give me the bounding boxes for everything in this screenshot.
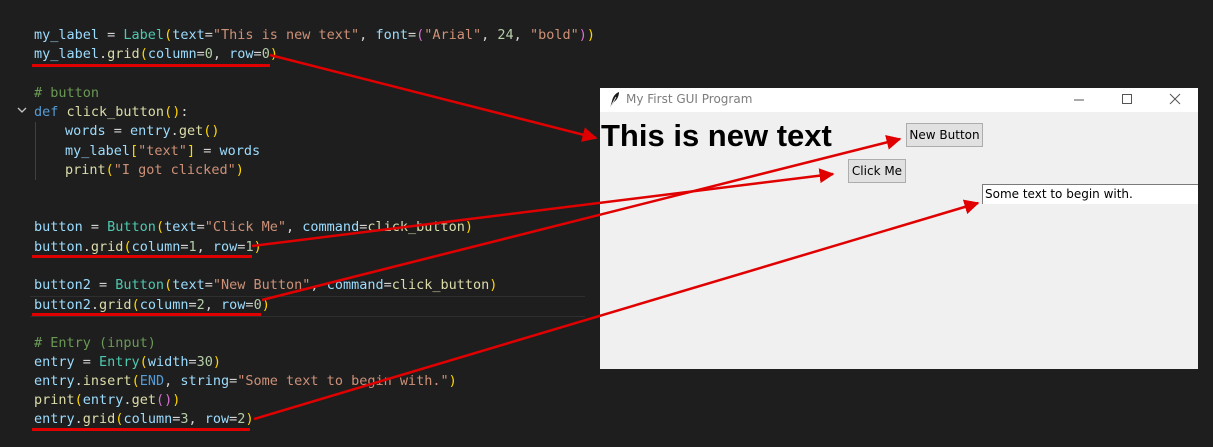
maximize-icon[interactable]	[1104, 88, 1150, 112]
code-line[interactable]: entry.insert(END, string="Some text to b…	[34, 372, 457, 391]
big-label: This is new text	[601, 118, 832, 153]
annotation-underline	[32, 255, 252, 258]
chevron-down-icon[interactable]	[16, 104, 28, 116]
close-icon[interactable]	[1152, 88, 1198, 112]
code-line[interactable]: button2 = Button(text="New Button", comm…	[34, 276, 497, 295]
code-line[interactable]: entry.grid(column=3, row=2)	[34, 410, 254, 429]
code-line[interactable]: button = Button(text="Click Me", command…	[34, 218, 473, 237]
new-button[interactable]: New Button	[906, 123, 983, 147]
code-editor: my_label = Label(text="This is new text"…	[0, 0, 595, 447]
code-line[interactable]: entry = Entry(width=30)	[34, 353, 221, 372]
tk-window: My First GUI Program This is new text Ne…	[600, 88, 1198, 369]
code-line[interactable]: def click_button():	[34, 103, 188, 122]
window-titlebar[interactable]: My First GUI Program	[600, 88, 1198, 112]
code-line[interactable]: my_label["text"] = words	[65, 142, 260, 161]
annotation-underline	[32, 64, 270, 67]
annotation-underline	[32, 428, 250, 431]
code-line[interactable]: print(entry.get())	[34, 391, 180, 410]
code-line[interactable]: my_label = Label(text="This is new text"…	[34, 26, 595, 45]
text-entry[interactable]: Some text to begin with.	[982, 184, 1198, 204]
code-line[interactable]: # button	[34, 84, 99, 103]
code-line[interactable]: words = entry.get()	[65, 122, 219, 141]
click-me-button[interactable]: Click Me	[848, 159, 906, 183]
feather-icon	[609, 92, 619, 109]
window-title: My First GUI Program	[626, 92, 753, 106]
minimize-icon[interactable]	[1056, 88, 1102, 112]
code-line[interactable]: # Entry (input)	[34, 334, 156, 353]
code-line[interactable]: my_label.grid(column=0, row=0)	[34, 45, 278, 64]
indent-guide	[35, 122, 36, 180]
code-line[interactable]: print("I got clicked")	[65, 161, 244, 180]
annotation-underline	[32, 313, 261, 316]
